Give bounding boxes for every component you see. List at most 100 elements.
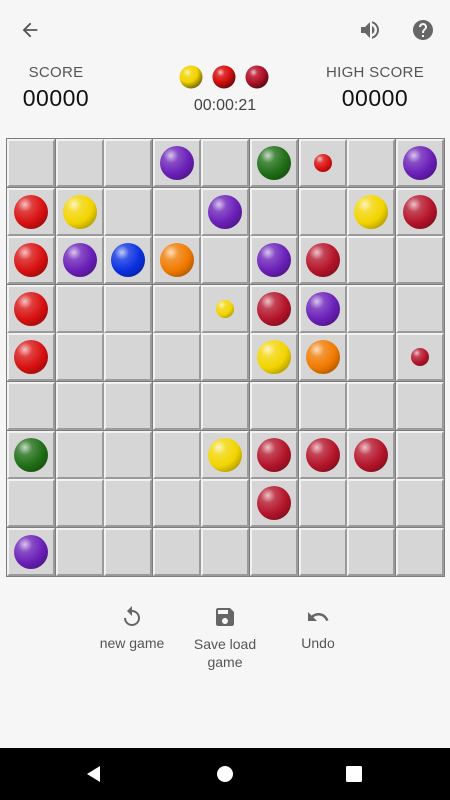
ball-crimson[interactable] <box>354 437 389 472</box>
small-ball-crimson[interactable] <box>410 348 429 367</box>
board-cell[interactable] <box>104 284 153 333</box>
small-ball-red[interactable] <box>313 154 332 172</box>
board-cell[interactable] <box>201 187 250 236</box>
board-cell[interactable] <box>152 430 201 479</box>
ball-purple[interactable] <box>14 534 48 569</box>
ball-crimson[interactable] <box>257 486 291 521</box>
small-ball-yellow[interactable] <box>216 299 235 318</box>
board-cell[interactable] <box>347 382 396 430</box>
board-cell[interactable] <box>395 333 444 382</box>
board-cell[interactable] <box>7 139 55 187</box>
board-cell[interactable] <box>250 430 298 479</box>
ball-purple[interactable] <box>159 146 194 180</box>
board-cell[interactable] <box>201 139 250 187</box>
board-cell[interactable] <box>55 479 104 528</box>
board-cell[interactable] <box>55 284 104 333</box>
ball-yellow[interactable] <box>62 194 97 229</box>
nav-home-button[interactable] <box>213 762 237 786</box>
board-cell[interactable] <box>7 236 55 285</box>
board-cell[interactable] <box>298 382 347 430</box>
board-cell[interactable] <box>55 430 104 479</box>
help-button[interactable] <box>405 12 441 48</box>
board-cell[interactable] <box>7 187 55 236</box>
board-cell[interactable] <box>298 236 347 285</box>
board-cell[interactable] <box>298 479 347 528</box>
board-cell[interactable] <box>104 236 153 285</box>
board-cell[interactable] <box>7 333 55 382</box>
ball-blue[interactable] <box>111 243 146 278</box>
board-cell[interactable] <box>347 236 396 285</box>
ball-green[interactable] <box>14 437 48 472</box>
board-cell[interactable] <box>395 187 444 236</box>
board-cell[interactable] <box>55 187 104 236</box>
board-cell[interactable] <box>298 187 347 236</box>
board-cell[interactable] <box>201 333 250 382</box>
board-cell[interactable] <box>250 479 298 528</box>
board-cell[interactable] <box>395 479 444 528</box>
board-cell[interactable] <box>104 430 153 479</box>
board-cell[interactable] <box>347 139 396 187</box>
board-cell[interactable] <box>201 430 250 479</box>
board-cell[interactable] <box>104 187 153 236</box>
board-cell[interactable] <box>152 187 201 236</box>
board-cell[interactable] <box>104 527 153 576</box>
ball-yellow[interactable] <box>257 340 291 375</box>
sound-button[interactable] <box>352 12 388 48</box>
board-cell[interactable] <box>104 333 153 382</box>
ball-purple[interactable] <box>305 291 340 326</box>
board-cell[interactable] <box>347 430 396 479</box>
board-cell[interactable] <box>201 527 250 576</box>
undo-button[interactable]: Undo <box>293 605 343 651</box>
board-cell[interactable] <box>152 284 201 333</box>
ball-red[interactable] <box>14 194 48 229</box>
board-cell[interactable] <box>395 284 444 333</box>
board-cell[interactable] <box>347 479 396 528</box>
board-cell[interactable] <box>250 236 298 285</box>
board-cell[interactable] <box>7 479 55 528</box>
board-cell[interactable] <box>7 527 55 576</box>
nav-back-button[interactable] <box>82 762 106 786</box>
ball-orange[interactable] <box>305 340 340 375</box>
board-cell[interactable] <box>201 236 250 285</box>
new-game-button[interactable]: new game <box>92 605 172 651</box>
board-cell[interactable] <box>298 527 347 576</box>
ball-crimson[interactable] <box>402 194 437 229</box>
board-cell[interactable] <box>55 382 104 430</box>
board-cell[interactable] <box>250 139 298 187</box>
board-cell[interactable] <box>7 430 55 479</box>
board-cell[interactable] <box>201 479 250 528</box>
board-cell[interactable] <box>55 527 104 576</box>
ball-purple[interactable] <box>208 194 243 229</box>
board-cell[interactable] <box>395 139 444 187</box>
board-cell[interactable] <box>250 284 298 333</box>
board-cell[interactable] <box>395 382 444 430</box>
ball-orange[interactable] <box>159 243 194 278</box>
ball-purple[interactable] <box>402 146 437 180</box>
board-cell[interactable] <box>298 333 347 382</box>
board-cell[interactable] <box>395 527 444 576</box>
board-cell[interactable] <box>152 333 201 382</box>
ball-red[interactable] <box>14 340 48 375</box>
board-cell[interactable] <box>395 430 444 479</box>
board-cell[interactable] <box>55 236 104 285</box>
board-cell[interactable] <box>347 527 396 576</box>
ball-yellow[interactable] <box>354 194 389 229</box>
ball-purple[interactable] <box>62 243 97 278</box>
board-cell[interactable] <box>152 382 201 430</box>
board-cell[interactable] <box>347 284 396 333</box>
ball-yellow[interactable] <box>208 437 243 472</box>
board-cell[interactable] <box>298 430 347 479</box>
save-load-game-button[interactable]: Save load game <box>185 605 265 671</box>
board-cell[interactable] <box>298 284 347 333</box>
ball-green[interactable] <box>257 146 291 180</box>
board-cell[interactable] <box>104 139 153 187</box>
ball-crimson[interactable] <box>305 243 340 278</box>
board-cell[interactable] <box>395 236 444 285</box>
board-cell[interactable] <box>152 527 201 576</box>
board-cell[interactable] <box>152 139 201 187</box>
board-cell[interactable] <box>347 333 396 382</box>
ball-crimson[interactable] <box>305 437 340 472</box>
board-cell[interactable] <box>55 139 104 187</box>
board-cell[interactable] <box>104 382 153 430</box>
board-cell[interactable] <box>55 333 104 382</box>
